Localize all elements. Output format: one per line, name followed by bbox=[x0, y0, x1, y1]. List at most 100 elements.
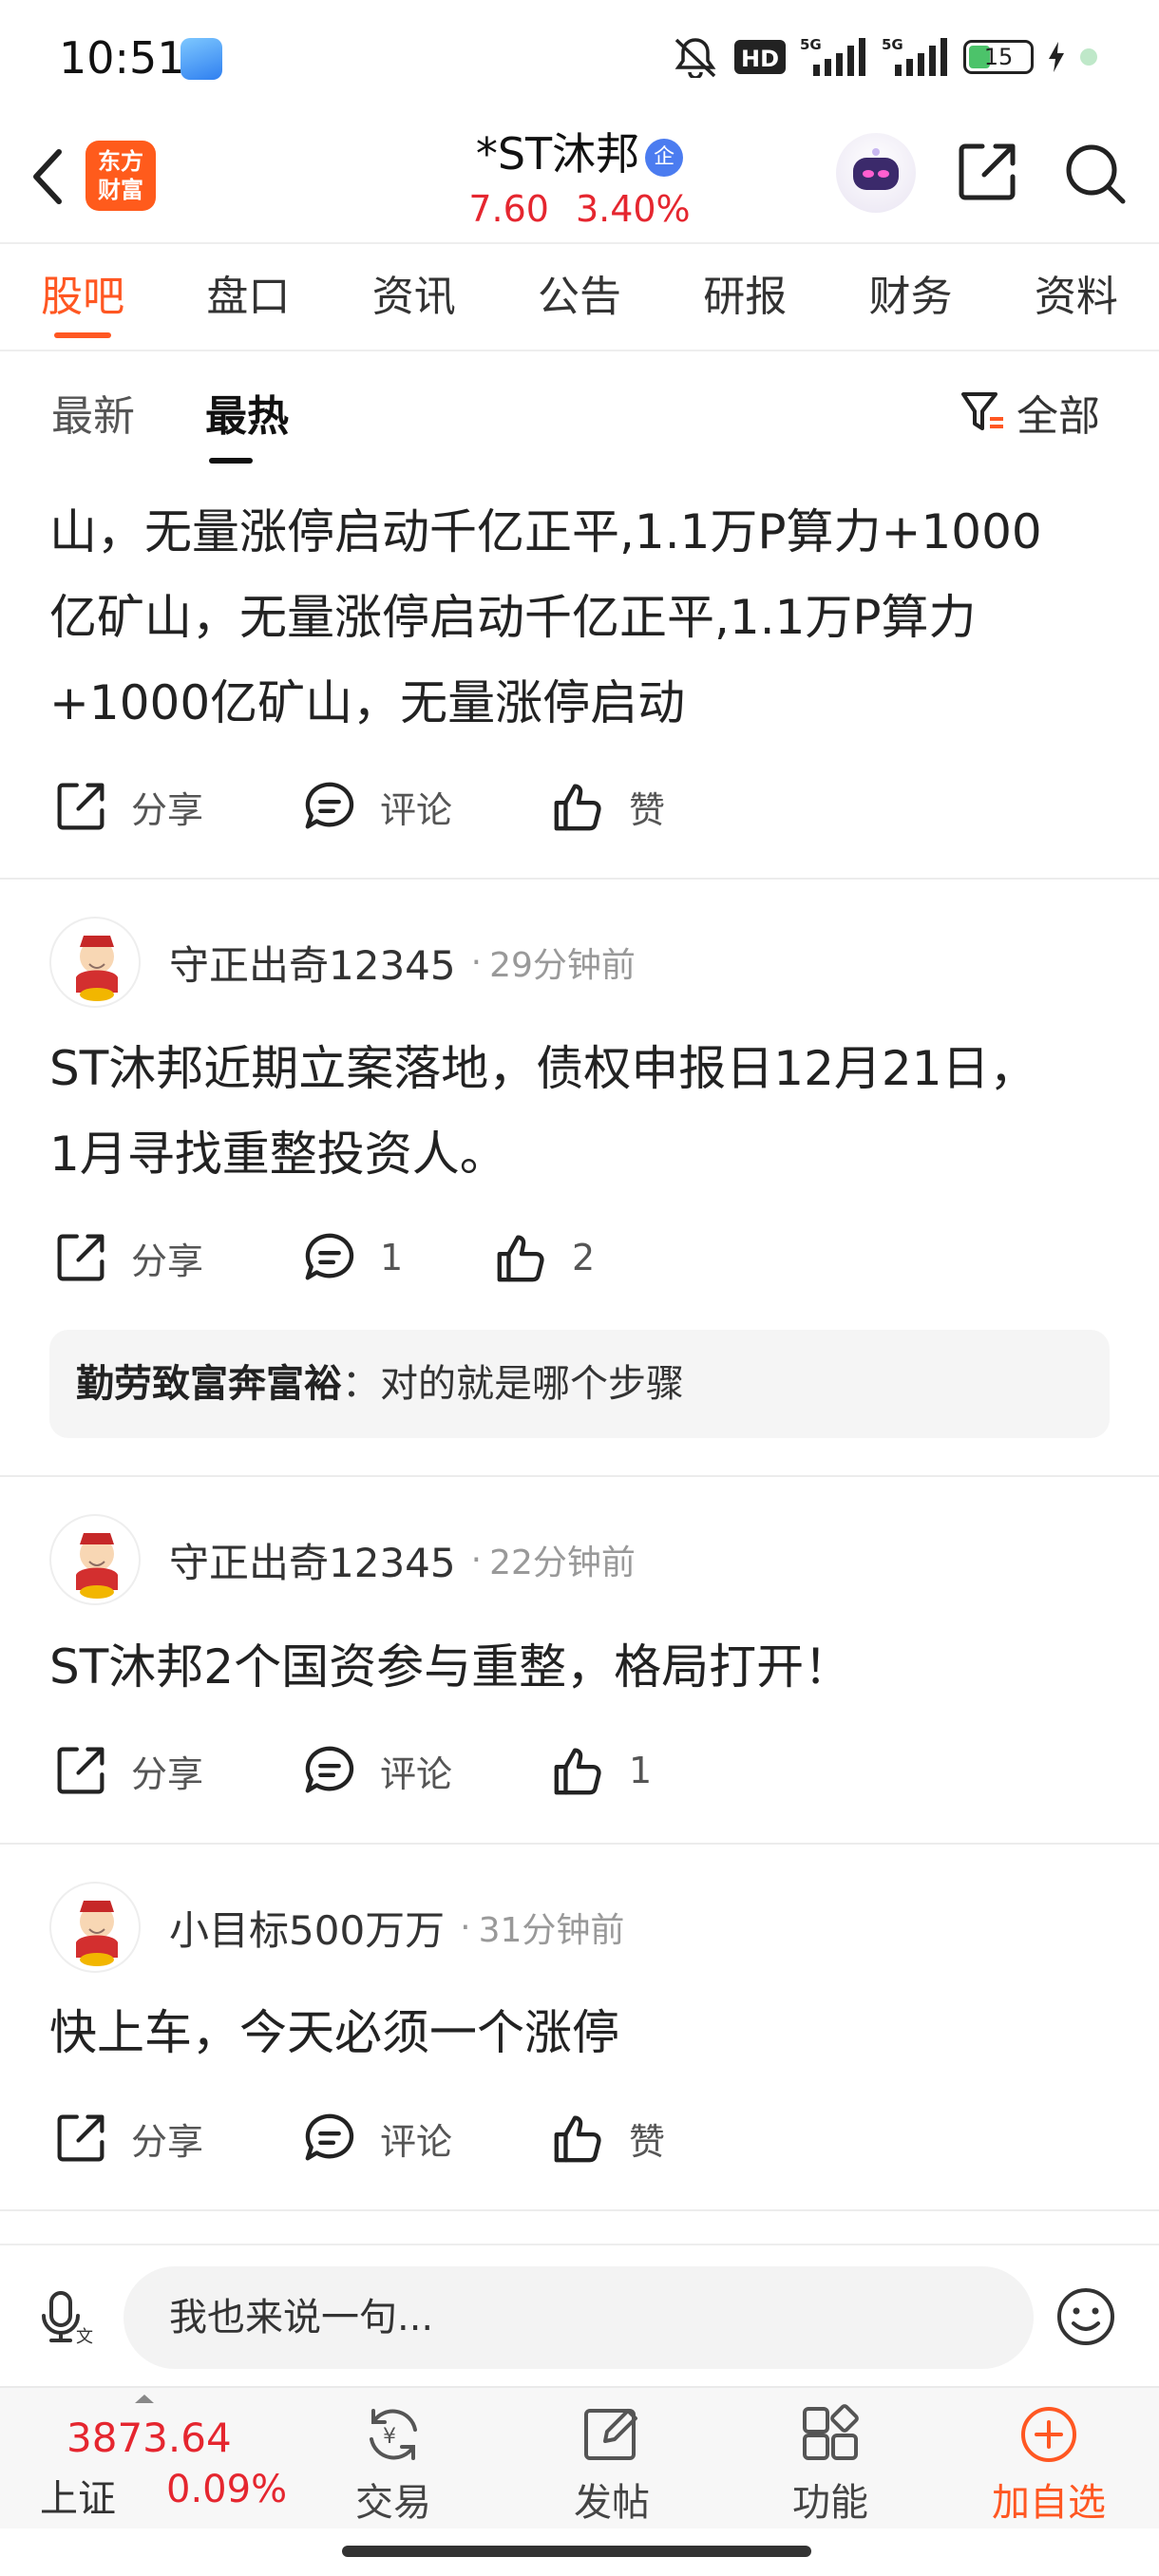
post-body[interactable]: ST沐邦近期立案落地，债权申报日12月21日， 1月寻找重整投资人。 bbox=[49, 1026, 1123, 1197]
home-indicator[interactable] bbox=[342, 2546, 811, 2557]
subtab-latest[interactable]: 最新 bbox=[51, 382, 135, 443]
post-line: 亿矿山，无量涨停启动千亿正平,1.1万P算力 bbox=[49, 590, 977, 645]
like-action[interactable]: 2 bbox=[494, 1230, 595, 1285]
main-tabs: 股吧 盘口 资讯 公告 研报 财务 资料 bbox=[0, 242, 1159, 351]
emoji-button[interactable] bbox=[1054, 2285, 1117, 2348]
comment-input[interactable]: 我也来说一句... bbox=[124, 2266, 1034, 2369]
tab-finance[interactable]: 财务 bbox=[827, 244, 993, 350]
trade-icon: ¥ bbox=[370, 2409, 417, 2460]
subtab-indicator bbox=[209, 458, 253, 464]
svg-text:文: 文 bbox=[76, 2327, 93, 2347]
post-line: 山，无量涨停启动千亿正平,1.1万P算力+1000 bbox=[49, 504, 1042, 559]
stock-price: 7.60 bbox=[468, 188, 549, 230]
share-action[interactable]: 分享 bbox=[53, 1743, 203, 1798]
status-bar: 10:51 HD 5G 5G 15 bbox=[0, 0, 1159, 114]
avatar[interactable] bbox=[49, 917, 141, 1008]
tab-guba[interactable]: 股吧 bbox=[0, 244, 165, 350]
stock-header: 东方 财富 *ST沐邦企 7.60 3.40% bbox=[0, 114, 1159, 242]
robot-icon bbox=[853, 148, 899, 190]
comment-icon bbox=[305, 1746, 354, 1793]
reply-preview[interactable]: 勤劳致富奔富裕：对的就是哪个步骤 bbox=[49, 1330, 1110, 1438]
share-icon bbox=[57, 783, 104, 830]
share-action[interactable]: 分享 bbox=[53, 779, 203, 834]
comment-action[interactable]: 评论 bbox=[302, 779, 452, 834]
index-value[interactable]: 3873.64 bbox=[66, 2415, 232, 2461]
god-of-wealth-avatar-icon bbox=[76, 1533, 118, 1599]
comment-action[interactable]: 评论 bbox=[302, 2111, 452, 2166]
post-time: 31分钟前 bbox=[478, 1911, 625, 1950]
post-time: 22分钟前 bbox=[489, 1544, 636, 1582]
battery-level: 15 bbox=[983, 44, 1014, 70]
share-action[interactable]: 分享 bbox=[53, 2111, 203, 2166]
nav-trade[interactable]: ¥ 交易 bbox=[327, 2401, 460, 2527]
comment-action[interactable]: 评论 bbox=[302, 1743, 452, 1798]
comment-bar: 文 我也来说一句... bbox=[0, 2244, 1159, 2386]
like-action[interactable]: 赞 bbox=[551, 779, 665, 834]
tab-profile[interactable]: 资料 bbox=[994, 244, 1159, 350]
search-button[interactable] bbox=[1062, 141, 1129, 207]
expand-arrow-icon[interactable] bbox=[133, 2392, 156, 2405]
avatar[interactable] bbox=[49, 1514, 141, 1605]
svg-text:HD: HD bbox=[741, 46, 779, 72]
notification-dot-icon bbox=[1080, 48, 1097, 66]
post-line: ST沐邦近期立案落地，债权申报日12月21日， bbox=[49, 1041, 1037, 1096]
post-line: 1月寻找重整投资人。 bbox=[49, 1127, 507, 1182]
index-change-pct[interactable]: 0.09% bbox=[166, 2468, 287, 2511]
post-time-dot: · bbox=[470, 1540, 483, 1580]
nav-functions-label: 功能 bbox=[792, 2481, 868, 2525]
nav-post-label: 发帖 bbox=[574, 2481, 650, 2525]
svg-text:¥: ¥ bbox=[383, 2425, 396, 2449]
subtab-hot[interactable]: 最热 bbox=[205, 382, 289, 443]
divider bbox=[0, 878, 1159, 880]
share-label: 分享 bbox=[131, 788, 204, 831]
voice-input-button[interactable]: 文 bbox=[36, 2287, 97, 2348]
post-time-dot: · bbox=[470, 942, 483, 982]
mute-icon bbox=[674, 38, 716, 78]
divider bbox=[0, 2209, 1159, 2211]
share-button[interactable] bbox=[954, 139, 1020, 205]
sort-tabs: 最新 最热 全部 bbox=[0, 353, 1159, 467]
tab-announcements[interactable]: 公告 bbox=[497, 244, 662, 350]
share-icon bbox=[959, 143, 1016, 200]
tab-news[interactable]: 资讯 bbox=[332, 244, 497, 350]
comment-action[interactable]: 1 bbox=[302, 1230, 403, 1285]
username[interactable]: 小目标500万万 bbox=[169, 1899, 445, 1957]
comment-label: 评论 bbox=[380, 788, 453, 831]
filter-button[interactable]: 全部 bbox=[960, 382, 1100, 443]
tab-research[interactable]: 研报 bbox=[662, 244, 827, 350]
like-count: 1 bbox=[629, 1750, 653, 1791]
post-header: 守正出奇12345 · 29分钟前 bbox=[49, 917, 636, 1008]
post-body[interactable]: 快上车，今天必须一个涨停 bbox=[49, 1990, 1123, 2075]
username[interactable]: 守正出奇12345 bbox=[169, 934, 456, 992]
post-actions: 分享 评论 1 bbox=[0, 1733, 1159, 1809]
comment-count: 1 bbox=[380, 1237, 404, 1279]
tab-pankou[interactable]: 盘口 bbox=[165, 244, 331, 350]
avatar[interactable] bbox=[49, 1882, 141, 1973]
like-label: 赞 bbox=[629, 2120, 666, 2163]
post-header: 守正出奇12345 · 22分钟前 bbox=[49, 1514, 636, 1605]
comment-icon bbox=[305, 782, 354, 829]
add-circle-icon bbox=[1021, 2407, 1076, 2462]
post-actions: 分享 评论 赞 bbox=[0, 769, 1159, 845]
share-action[interactable]: 分享 bbox=[53, 1230, 203, 1285]
username[interactable]: 守正出奇12345 bbox=[169, 1531, 456, 1589]
post-body[interactable]: ST沐邦2个国资参与重整，格局打开！ bbox=[49, 1624, 1123, 1710]
like-action[interactable]: 赞 bbox=[551, 2111, 665, 2166]
nav-add-watchlist-label: 加自选 bbox=[992, 2481, 1106, 2525]
nav-post[interactable]: 发帖 bbox=[545, 2401, 678, 2527]
app-notification-icon bbox=[180, 38, 222, 80]
reply-username[interactable]: 勤劳致富奔富裕 bbox=[76, 1362, 342, 1406]
search-icon bbox=[1066, 144, 1126, 204]
ai-assistant-button[interactable] bbox=[836, 133, 916, 213]
filter-icon bbox=[961, 392, 1003, 430]
like-action[interactable]: 1 bbox=[551, 1743, 652, 1798]
share-icon bbox=[57, 1234, 104, 1281]
index-name[interactable]: 上证 bbox=[40, 2468, 116, 2523]
nav-add-watchlist[interactable]: 加自选 bbox=[982, 2401, 1115, 2527]
post-time: 29分钟前 bbox=[489, 946, 636, 985]
like-count: 2 bbox=[572, 1237, 596, 1279]
post-body[interactable]: 山，无量涨停启动千亿正平,1.1万P算力+1000 亿矿山，无量涨停启动千亿正平… bbox=[49, 489, 1123, 746]
grid-icon bbox=[803, 2404, 859, 2460]
share-label: 分享 bbox=[131, 2120, 204, 2163]
nav-functions[interactable]: 功能 bbox=[764, 2401, 897, 2527]
